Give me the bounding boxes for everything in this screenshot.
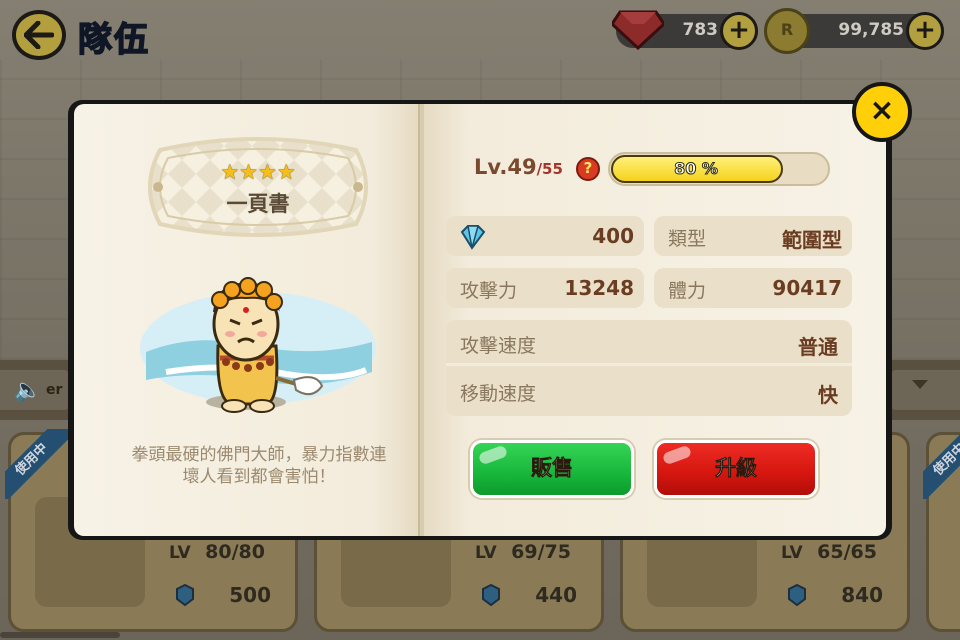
- card-cost: 440: [535, 583, 577, 607]
- attack-speed-label: 攻擊速度: [460, 335, 537, 357]
- card-level-label: LV: [781, 543, 803, 563]
- crystal-icon: [482, 583, 500, 607]
- move-speed-value: 快: [818, 383, 838, 407]
- add-gems-button[interactable]: +: [720, 12, 758, 50]
- hero-level: Lv.49/55: [474, 155, 563, 179]
- left-page: ★★★★ 一頁書 拳頭最硬的佛門大師，暴力指數連 壞人看到都會害怕！: [74, 104, 424, 536]
- button-gloss: [661, 444, 693, 466]
- sell-button[interactable]: 販售: [470, 440, 634, 498]
- stat-type-value: 範圍型: [782, 228, 842, 252]
- sell-button-label: 販售: [531, 456, 574, 481]
- stat-hp-value: 90417: [772, 276, 842, 300]
- add-coins-button[interactable]: +: [906, 12, 944, 50]
- rarity-stars: ★★★★: [220, 160, 296, 184]
- right-side-panel: [890, 370, 960, 410]
- card-level: 69/75: [511, 541, 571, 563]
- card-scrollbar[interactable]: [0, 632, 120, 638]
- upgrade-button-label: 升級: [715, 456, 758, 481]
- xp-progress-bar: 80 %: [608, 152, 830, 186]
- card-cost: 840: [841, 583, 883, 607]
- in-use-badge: 使用中: [5, 429, 75, 499]
- card-level-label: LV: [475, 543, 497, 563]
- stat-cost: 400: [446, 216, 644, 256]
- hero-name: 一頁書: [226, 192, 290, 216]
- stat-hp-label: 體力: [668, 280, 707, 302]
- dropdown-arrow-icon[interactable]: [912, 380, 928, 389]
- crystal-icon: [460, 225, 486, 250]
- team-card[interactable]: 使用中: [923, 429, 960, 632]
- name-plate-frame: [148, 137, 368, 237]
- attack-speed-value: 普通: [798, 335, 838, 359]
- help-icon[interactable]: ?: [576, 157, 600, 181]
- coin-icon: R: [764, 8, 810, 54]
- attack-speed-row: 攻擊速度 普通: [446, 320, 852, 366]
- crystal-icon: [176, 583, 194, 607]
- upgrade-button[interactable]: 升級: [654, 440, 818, 498]
- hero-description: 拳頭最硬的佛門大師，暴力指數連 壞人看到都會害怕！: [131, 445, 387, 487]
- stat-type: 類型 範圍型: [654, 216, 852, 256]
- stat-attack: 攻擊力 13248: [446, 268, 644, 308]
- hero-illustration: [140, 277, 376, 413]
- card-level: 80/80: [205, 541, 265, 563]
- name-plate: ★★★★ 一頁書: [140, 132, 376, 242]
- card-level: 65/65: [817, 541, 877, 563]
- back-button[interactable]: [12, 10, 66, 60]
- crystal-icon: [788, 583, 806, 607]
- speaker-icon[interactable]: 🔈: [14, 378, 41, 403]
- move-speed-row: 移動速度 快: [446, 368, 852, 414]
- card-cost: 500: [229, 583, 271, 607]
- button-gloss: [477, 444, 509, 466]
- close-icon: ×: [869, 93, 895, 128]
- speed-stats: 攻擊速度 普通 移動速度 快: [446, 320, 852, 416]
- hero-detail-dialog: ★★★★ 一頁書 拳頭最硬的佛門大師，暴力指數連 壞人看到都會害怕！ Lv.49…: [68, 100, 892, 540]
- stat-hp: 體力 90417: [654, 268, 852, 308]
- stat-attack-value: 13248: [564, 276, 634, 300]
- move-speed-label: 移動速度: [460, 383, 537, 405]
- screen-title: 隊伍: [77, 19, 150, 61]
- arrow-left-icon: [24, 21, 54, 49]
- gem-amount: 783: [682, 20, 719, 40]
- card-level-label: LV: [169, 543, 191, 563]
- stat-cost-value: 400: [592, 224, 634, 248]
- ruby-icon: [612, 10, 664, 50]
- stat-attack-label: 攻擊力: [460, 280, 518, 302]
- xp-percent-label: 80 %: [674, 159, 719, 179]
- stat-type-label: 類型: [668, 228, 707, 250]
- in-use-badge: 使用中: [923, 429, 960, 499]
- coin-amount: 99,785: [838, 20, 904, 40]
- close-button[interactable]: ×: [852, 82, 912, 142]
- side-panel-text: er: [46, 382, 63, 398]
